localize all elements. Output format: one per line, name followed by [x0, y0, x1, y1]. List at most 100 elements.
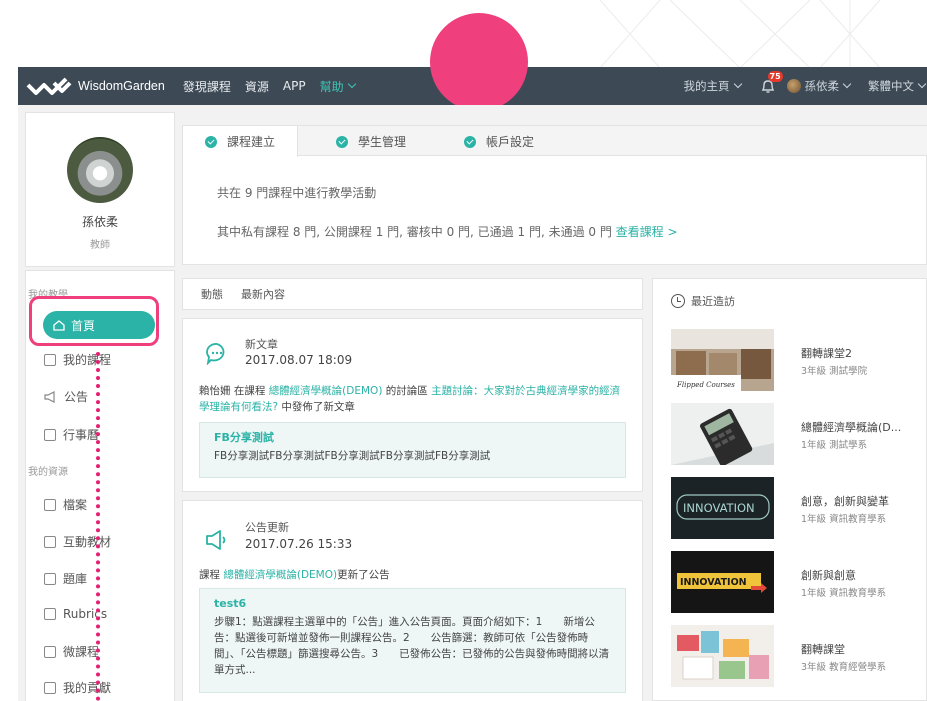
sidebar-item-announcements[interactable]: 公告: [44, 388, 88, 405]
sidebar-item-label: 微課程: [63, 645, 100, 659]
user-menu[interactable]: 孫依柔: [786, 78, 852, 94]
profile-card: 孫依柔 教師: [25, 112, 175, 267]
navbar-right: 我的主頁 75 孫依柔 繁體中文: [666, 71, 927, 95]
profile-role: 教師: [90, 240, 110, 251]
sidebar-item-files[interactable]: 檔案: [44, 496, 87, 513]
quote-title: test6: [214, 597, 247, 610]
course-title: 創新與創意: [801, 569, 856, 582]
screenshot-stage: WisdomGarden 發現課程 資源 APP 幫助 我的主頁 75 孫依柔 …: [0, 0, 927, 701]
recent-course-item[interactable]: INNOVATION 創新與創意 1年級 資訊教育學系: [671, 551, 926, 613]
course-breakdown: 其中私有課程 8 門, 公開課程 1 門, 審核中 0 門, 已通過 1 門, …: [217, 223, 678, 240]
clock-icon: [671, 294, 685, 308]
article-quote[interactable]: FB分享測試 FB分享測試FB分享測試FB分享測試FB分享測試FB分享測試: [199, 422, 626, 478]
profile-name: 孫依柔: [81, 215, 118, 229]
file-icon: [44, 498, 56, 511]
course-title: 總體經濟學概論(D...: [801, 421, 902, 434]
view-courses-link[interactable]: 查看課程 >: [616, 225, 678, 239]
chat-bubble-icon: [206, 343, 225, 365]
dotted-guide-line: [96, 352, 100, 701]
check-circle-icon: [336, 135, 348, 148]
background-decoration: [599, 0, 881, 68]
megaphone-icon: [206, 530, 226, 550]
sidebar-item-label: 互動教材: [63, 535, 112, 549]
course-thumbnail: [671, 403, 774, 465]
share-icon: [44, 681, 56, 694]
course-subtitle: 1年級 資訊教育學系: [801, 514, 887, 525]
tab-label: 學生管理: [358, 135, 407, 149]
wisdomgarden-logo-icon: [26, 77, 72, 95]
card-text: 賴怡姍 在課程 總體經濟學概論(DEMO) 的討論區 主題討論：大家對於古典經濟…: [199, 383, 626, 415]
recent-course-item[interactable]: INNOVATION 創意，創新與變革 1年級 資訊教育學系: [671, 477, 926, 539]
card-text: 課程 總體經濟學概論(DEMO)更新了公告: [199, 567, 626, 583]
chevron-down-icon: [842, 79, 852, 89]
avatar: [786, 79, 801, 93]
megaphone-icon: [44, 390, 55, 403]
feed-card-announcement: 公告更新 2017.07.26 15:33 課程 總體經濟學概論(DEMO)更新…: [182, 500, 643, 701]
nav-help-label: 幫助: [319, 79, 344, 94]
interactive-icon: [44, 535, 56, 548]
language-menu[interactable]: 繁體中文: [868, 78, 927, 94]
sidebar-item-label: 題庫: [63, 572, 88, 586]
sidebar-item-contributions[interactable]: 我的貢獻: [44, 679, 111, 696]
card-time: 2017.07.26 15:33: [245, 537, 353, 551]
my-home-menu[interactable]: 我的主頁: [684, 78, 742, 94]
feed-tabs: 動態 最新內容: [182, 278, 643, 310]
tab-account-settings[interactable]: 帳戶設定: [442, 126, 556, 157]
course-thumbnail: Flipped Courses: [671, 329, 774, 391]
course-thumbnail: INNOVATION: [671, 477, 774, 539]
card-type: 新文章: [245, 338, 278, 351]
announcement-quote[interactable]: test6 步驟1：點選課程主選單中的「公告」進入公告頁面。頁面介紹如下：1 新…: [199, 588, 626, 693]
course-title: 翻轉課堂: [801, 643, 845, 656]
recent-course-item[interactable]: 翻轉課堂 3年級 教育經營學系: [671, 625, 926, 687]
calendar-icon: [44, 428, 56, 441]
course-subtitle: 3年級 測試學院: [801, 366, 868, 377]
thumb-caption: Flipped Courses: [676, 381, 735, 389]
tab-activity[interactable]: 動態: [201, 286, 223, 302]
tab-latest-content[interactable]: 最新內容: [241, 286, 285, 302]
sidebar-item-label: 檔案: [63, 498, 88, 512]
status-panel: 課程建立 學生管理 帳戶設定 共在 9 門課程中進行教學活動 其中私有課程 8 …: [182, 125, 927, 265]
tab-course-setup[interactable]: 課程建立: [183, 126, 299, 157]
sidebar-item-label: Rubrics: [63, 607, 108, 621]
course-link[interactable]: 總體經濟學概論(DEMO): [269, 385, 383, 397]
chart-icon: [44, 608, 56, 620]
course-link[interactable]: 總體經濟學概論(DEMO): [223, 569, 337, 581]
user-name: 孫依柔: [804, 79, 840, 93]
notification-badge: 75: [767, 71, 783, 82]
tab-student-management[interactable]: 學生管理: [314, 126, 428, 157]
quote-body: FB分享測試FB分享測試FB分享測試FB分享測試FB分享測試: [214, 450, 491, 462]
course-breakdown-text: 其中私有課程 8 門, 公開課程 1 門, 審核中 0 門, 已通過 1 門, …: [217, 225, 612, 239]
sidebar-item-question-bank[interactable]: 題庫: [44, 570, 87, 587]
sidebar-item-label: 行事曆: [63, 428, 100, 442]
language-label: 繁體中文: [868, 79, 914, 93]
edit-icon: [44, 572, 56, 585]
sidebar-item-my-courses[interactable]: 我的課程: [44, 351, 111, 368]
document-icon: [44, 353, 56, 366]
card-text-mid: 的討論區: [382, 385, 432, 397]
nav-help[interactable]: 幫助: [319, 78, 356, 95]
thumb-caption: INNOVATION: [680, 577, 747, 588]
course-summary: 共在 9 門課程中進行教學活動: [217, 186, 377, 200]
sidebar-item-calendar[interactable]: 行事曆: [44, 426, 99, 443]
sidebar-item-micro-course[interactable]: 微課程: [44, 643, 99, 660]
course-title: 翻轉課堂2: [801, 347, 852, 360]
card-text-pre: 課程: [199, 569, 224, 581]
highlight-frame: [29, 296, 159, 346]
thumb-caption: INNOVATION: [683, 501, 755, 515]
recent-visits-header: 最近造訪: [671, 293, 735, 309]
recent-visits-title: 最近造訪: [691, 295, 735, 308]
check-circle-icon: [464, 135, 476, 148]
recent-course-item[interactable]: Flipped Courses 翻轉課堂2 3年級 測試學院: [671, 329, 926, 391]
avatar[interactable]: [67, 137, 133, 203]
nav-app[interactable]: APP: [283, 79, 306, 93]
recent-course-item[interactable]: 總體經濟學概論(D... 1年級 測試學系: [671, 403, 926, 465]
feed-card-article: 新文章 2017.08.07 18:09 賴怡姍 在課程 總體經濟學概論(DEM…: [182, 318, 643, 492]
sidebar-item-label: 我的貢獻: [63, 681, 112, 695]
course-subtitle: 1年級 測試學系: [801, 440, 868, 451]
nav-resources[interactable]: 資源: [245, 78, 269, 95]
nav-discover-courses[interactable]: 發現課程: [183, 78, 231, 95]
logo[interactable]: WisdomGarden: [26, 75, 165, 97]
sidebar-item-interactive-materials[interactable]: 互動教材: [44, 533, 111, 550]
check-circle-icon: [205, 135, 217, 148]
notifications-button[interactable]: 75: [759, 71, 783, 95]
